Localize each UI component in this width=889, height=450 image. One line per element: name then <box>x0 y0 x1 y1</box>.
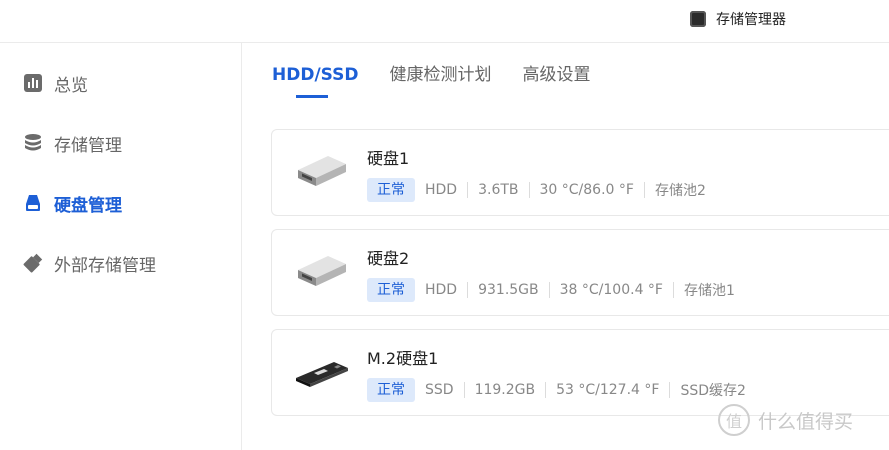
disk-type: HDD <box>425 182 458 198</box>
status-badge: 正常 <box>367 178 415 202</box>
app-title: 存储管理器 <box>716 12 786 28</box>
sidebar-item-label: 存储管理 <box>54 135 122 156</box>
disk-size: 3.6TB <box>478 182 519 198</box>
disk-card-3[interactable]: M.2硬盘1 正常 SSD 119.2GB 53 °C/127.4 °F SSD… <box>271 329 889 416</box>
sidebar-item-storage[interactable]: 存储管理 <box>22 128 122 158</box>
disk-meta: 正常 HDD 3.6TB 30 °C/86.0 °F 存储池2 <box>367 178 706 202</box>
disk-pool: SSD缓存2 <box>680 383 746 399</box>
disk-temperature: 30 °C/86.0 °F <box>539 182 634 198</box>
disk-pool: 存储池1 <box>683 283 735 299</box>
m2-ssd-icon <box>296 362 348 387</box>
app-title-area: 存储管理器 <box>690 9 786 29</box>
disk-card-1[interactable]: 硬盘1 正常 HDD 3.6TB 30 °C/86.0 °F 存储池2 <box>271 129 889 216</box>
divider <box>545 382 547 398</box>
storage-manager-icon <box>690 11 706 27</box>
bar-chart-icon <box>22 72 44 94</box>
divider <box>467 282 469 298</box>
sidebar-item-label: 外部存储管理 <box>54 255 156 276</box>
sidebar-item-external-storage[interactable]: 外部存储管理 <box>22 248 156 278</box>
divider <box>643 182 645 198</box>
hdd-icon <box>298 156 346 186</box>
sidebar: 总览 存储管理 硬盘管理 外部存储管理 <box>0 43 242 450</box>
disk-name: 硬盘1 <box>367 149 410 168</box>
disk-size: 931.5GB <box>478 282 539 298</box>
disk-type: HDD <box>425 282 458 298</box>
disk-temperature: 53 °C/127.4 °F <box>556 382 660 398</box>
top-bar: 存储管理器 <box>0 0 889 43</box>
database-stack-icon <box>22 132 44 154</box>
sidebar-item-overview[interactable]: 总览 <box>22 68 88 98</box>
tab-health-check[interactable]: 健康检测计划 <box>390 60 492 98</box>
divider <box>463 382 465 398</box>
sidebar-item-disk-management[interactable]: 硬盘管理 <box>22 188 122 218</box>
hdd-icon <box>298 256 346 286</box>
watermark: 值 什么值得买 <box>718 404 853 436</box>
status-badge: 正常 <box>367 278 415 302</box>
disk-meta: 正常 SSD 119.2GB 53 °C/127.4 °F SSD缓存2 <box>367 378 746 402</box>
disk-name: M.2硬盘1 <box>367 349 439 368</box>
disk-size: 119.2GB <box>474 382 536 398</box>
disk-meta: 正常 HDD 931.5GB 38 °C/100.4 °F 存储池1 <box>367 278 735 302</box>
status-badge: 正常 <box>367 378 415 402</box>
watermark-text: 什么值得买 <box>758 410 854 433</box>
drive-icon <box>22 192 44 214</box>
tab-bar: HDD/SSD 健康检测计划 高级设置 <box>272 60 591 100</box>
divider <box>672 282 674 298</box>
watermark-logo-icon: 值 <box>718 404 750 436</box>
disk-type: SSD <box>425 382 454 398</box>
disk-card-2[interactable]: 硬盘2 正常 HDD 931.5GB 38 °C/100.4 °F 存储池1 <box>271 229 889 316</box>
divider <box>528 182 530 198</box>
disk-name: 硬盘2 <box>367 249 410 268</box>
disk-pool: 存储池2 <box>654 183 706 199</box>
sidebar-item-label: 总览 <box>54 75 88 96</box>
tab-hdd-ssd[interactable]: HDD/SSD <box>272 60 359 98</box>
sidebar-item-label: 硬盘管理 <box>54 195 122 216</box>
divider <box>548 282 550 298</box>
disk-temperature: 38 °C/100.4 °F <box>559 282 663 298</box>
usb-drive-icon <box>22 252 44 274</box>
divider <box>467 182 469 198</box>
divider <box>669 382 671 398</box>
tab-advanced-settings[interactable]: 高级设置 <box>523 60 591 98</box>
